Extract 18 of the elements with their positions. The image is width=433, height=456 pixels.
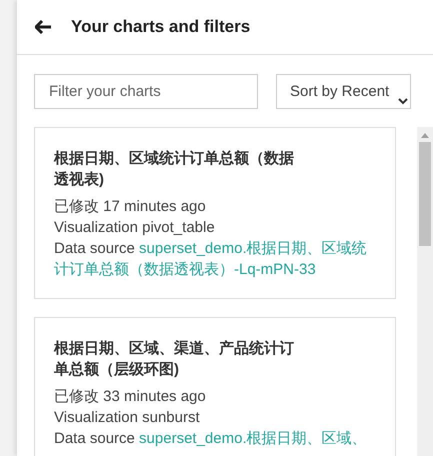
scrollbar[interactable]	[417, 127, 433, 456]
panel-title: Your charts and filters	[71, 17, 250, 37]
filter-field[interactable]: Filter your charts	[34, 74, 258, 109]
chart-card[interactable]: 根据日期、区域、渠道、产品统计订单总额（层级环图) 已修改 33 minutes ago Visualization sunburst Data source superset_demo.根据日期、区域、	[34, 317, 396, 456]
visualization-text: Visualization pivot_table	[54, 218, 216, 238]
chart-card[interactable]: 根据日期、区域统计订单总额（数据透视表) 已修改 17 minutes ago Visualization pivot_table Data source superset_demo.根据日期、区域统计订单总额（数据透视表）-Lq-mPN-33	[34, 127, 396, 299]
visualization-text: Visualization sunburst	[54, 408, 201, 428]
chart-title: 根据日期、区域统计订单总额（数据透视表)	[54, 149, 295, 190]
modified-text: 已修改 33 minutes ago	[54, 387, 207, 407]
sort-select[interactable]: Sort by Recent	[276, 74, 411, 109]
back-arrow-icon[interactable]	[35, 20, 51, 34]
modified-text: 已修改 17 minutes ago	[54, 197, 207, 217]
caret-icon	[398, 98, 408, 105]
scroll-up-icon[interactable]	[421, 133, 429, 138]
data-source-text: Data source superset_demo.根据日期、区域统计订单总额（数据透视表）-Lq-mPN-33	[54, 239, 368, 280]
chart-title: 根据日期、区域、渠道、产品统计订单总额（层级环图)	[54, 339, 295, 380]
scrollbar-thumb[interactable]	[419, 142, 431, 246]
data-source-text: Data source superset_demo.根据日期、区域、	[54, 429, 368, 449]
